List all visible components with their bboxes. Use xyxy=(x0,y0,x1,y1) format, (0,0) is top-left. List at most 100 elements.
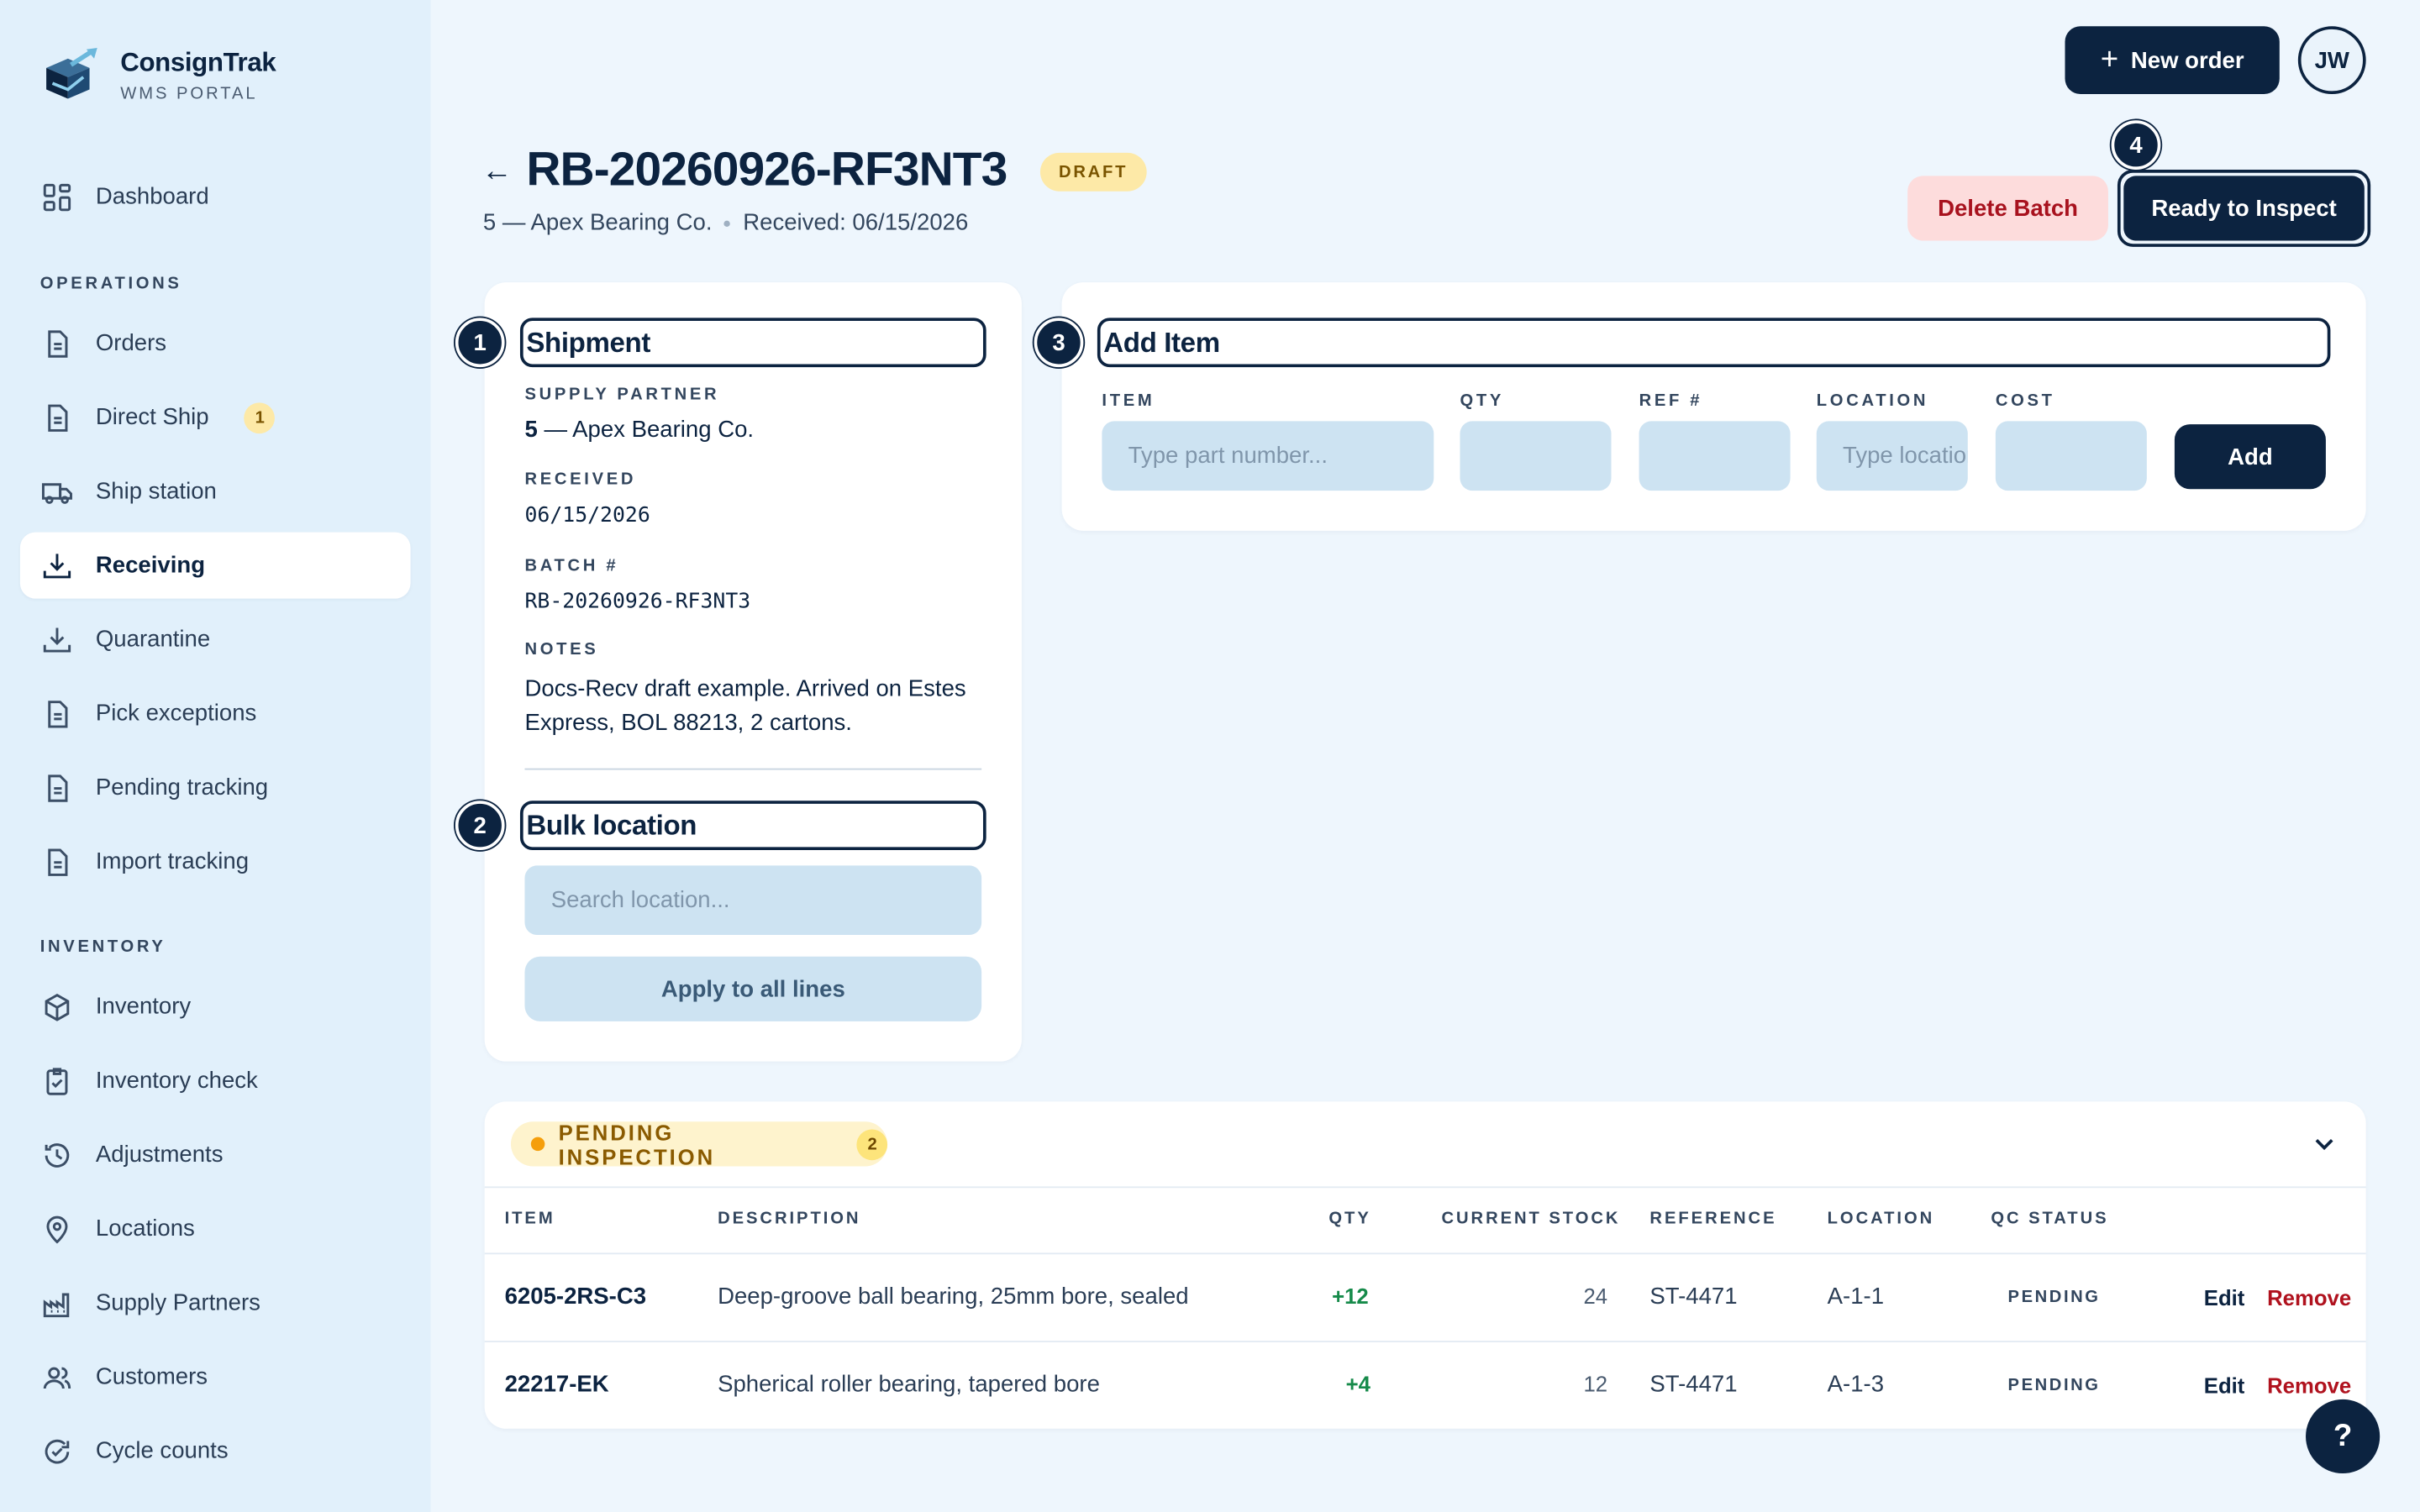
brand[interactable]: ConsignTrak WMS PORTAL xyxy=(40,46,276,105)
refresh-check-icon xyxy=(45,1438,70,1463)
sidebar-item-label: Orders xyxy=(95,330,167,357)
new-order-button[interactable]: + New order xyxy=(2065,26,2280,95)
sidebar-item-inventory[interactable]: Inventory xyxy=(20,974,411,1040)
notes-value: Docs-Recv draft example. Arrived on Este… xyxy=(524,673,987,741)
step-marker-3: 3 xyxy=(1034,318,1084,368)
direct-ship-count-badge: 1 xyxy=(244,402,276,433)
pending-status-dot xyxy=(530,1137,545,1152)
row-location: A-1-1 xyxy=(1827,1284,1885,1310)
sidebar-item-cycle-counts[interactable]: Cycle counts xyxy=(20,1418,411,1484)
download-icon xyxy=(43,627,71,652)
column-header-item: ITEM xyxy=(504,1209,555,1229)
sidebar-item-receiving[interactable]: Receiving xyxy=(19,532,411,599)
app-root: ConsignTrak WMS PORTAL Dashboard OPERATI… xyxy=(0,0,2420,1512)
supply-partner-id: 5 xyxy=(524,416,538,444)
batch-value: RB-20260926-RF3NT3 xyxy=(524,589,751,615)
sidebar-item-label: Adjustments xyxy=(95,1142,224,1168)
step-marker-4: 4 xyxy=(2111,120,2161,171)
document-icon xyxy=(48,403,68,431)
sidebar-item-label: Locations xyxy=(95,1215,195,1242)
qty-input[interactable] xyxy=(1460,421,1612,491)
sidebar-item-label: Supply Partners xyxy=(95,1289,260,1316)
sidebar-item-ship-station[interactable]: Ship station xyxy=(20,458,411,524)
cost-field-label: COST xyxy=(1995,391,2055,411)
column-header-current-stock: CURRENT STOCK xyxy=(1441,1209,1621,1229)
item-input[interactable]: Type part number... xyxy=(1102,421,1434,491)
pending-inspection-header[interactable]: PENDING INSPECTION 2 xyxy=(510,1120,888,1168)
row-edit-button[interactable]: Edit xyxy=(2204,1373,2245,1398)
sidebar-item-pick-exceptions[interactable]: Pick exceptions xyxy=(20,680,411,747)
row-item[interactable]: 22217-EK xyxy=(505,1372,609,1398)
ready-to-inspect-button[interactable]: Ready to Inspect xyxy=(2123,176,2365,241)
factory-icon xyxy=(43,1292,70,1317)
header-divider xyxy=(484,1186,2366,1189)
grid-icon xyxy=(43,183,71,211)
apply-to-all-lines-button[interactable]: Apply to all lines xyxy=(524,956,982,1021)
notes-label: NOTES xyxy=(524,640,599,659)
notes-line-1: Docs-Recv draft example. Arrived on Este… xyxy=(524,675,966,702)
sidebar-item-label: Quarantine xyxy=(95,626,211,653)
sidebar-item-quarantine[interactable]: Quarantine xyxy=(20,606,411,673)
add-item-button[interactable]: Add xyxy=(2174,424,2326,490)
page-title: RB-20260926-RF3NT3 xyxy=(526,141,1007,197)
row-reference: ST-4471 xyxy=(1649,1371,1738,1399)
bulk-location-search-input[interactable]: Search location... xyxy=(524,865,982,936)
sidebar-item-label: Dashboard xyxy=(95,183,209,210)
brand-name: ConsignTrak xyxy=(120,47,276,77)
add-item-heading: Add Item xyxy=(1097,318,2331,368)
column-header-reference: REFERENCE xyxy=(1649,1209,1777,1229)
row-qc-status: PENDING xyxy=(2007,1288,2101,1307)
pending-count-badge: 2 xyxy=(857,1128,888,1160)
sidebar-item-pending-tracking[interactable]: Pending tracking xyxy=(20,754,411,821)
row-description: Spherical roller bearing, tapered bore xyxy=(718,1371,1100,1399)
sidebar-item-locations[interactable]: Locations xyxy=(20,1195,411,1262)
plus-icon: + xyxy=(2100,43,2119,77)
document-icon xyxy=(48,774,68,801)
location-input[interactable]: Type location xyxy=(1816,421,1968,491)
sidebar-item-inventory-check[interactable]: Inventory check xyxy=(20,1047,411,1114)
row-divider xyxy=(484,1252,2366,1255)
truck-icon xyxy=(41,482,72,503)
notes-line-2: Express, BOL 88213, 2 cartons. xyxy=(524,709,852,737)
item-field-label: ITEM xyxy=(1102,391,1155,411)
received-label: RECEIVED xyxy=(524,470,637,490)
row-current-stock: 12 xyxy=(1583,1371,1608,1397)
row-item[interactable]: 6205-2RS-C3 xyxy=(505,1284,646,1310)
ref-input[interactable] xyxy=(1639,421,1791,491)
sidebar-item-dashboard[interactable]: Dashboard xyxy=(20,164,411,230)
partner-text: 5 — Apex Bearing Co. xyxy=(482,209,713,237)
document-icon xyxy=(48,700,68,727)
chevron-down-icon[interactable] xyxy=(2312,1131,2336,1155)
row-qc-status: PENDING xyxy=(2007,1376,2101,1395)
brand-subtitle: WMS PORTAL xyxy=(120,85,258,104)
help-button[interactable]: ? xyxy=(2306,1399,2381,1474)
row-current-stock: 24 xyxy=(1583,1284,1608,1309)
qty-field-label: QTY xyxy=(1460,391,1505,411)
sidebar-item-label: Ship station xyxy=(95,478,217,505)
map-pin-icon xyxy=(46,1215,68,1243)
shipment-divider xyxy=(524,768,982,770)
supply-partner-label: SUPPLY PARTNER xyxy=(524,386,720,405)
row-edit-button[interactable]: Edit xyxy=(2204,1285,2245,1310)
supply-partner-value: 5 — Apex Bearing Co. xyxy=(524,417,754,443)
row-description: Deep-groove ball bearing, 25mm bore, sea… xyxy=(718,1284,1189,1310)
back-arrow-icon[interactable]: ← xyxy=(481,155,513,190)
sidebar: ConsignTrak WMS PORTAL Dashboard OPERATI… xyxy=(0,0,431,1512)
user-avatar[interactable]: JW xyxy=(2297,26,2366,95)
history-icon xyxy=(45,1142,70,1167)
sidebar-item-label: Inventory xyxy=(95,993,192,1021)
delete-batch-button[interactable]: Delete Batch xyxy=(1907,176,2108,241)
sidebar-item-supply-partners[interactable]: Supply Partners xyxy=(20,1270,411,1336)
column-header-qc-status: QC STATUS xyxy=(1991,1209,2109,1229)
cost-input[interactable] xyxy=(1995,421,2147,491)
sidebar-item-customers[interactable]: Customers xyxy=(20,1344,411,1410)
sidebar-item-import-tracking[interactable]: Import tracking xyxy=(20,828,411,895)
row-remove-button[interactable]: Remove xyxy=(2267,1285,2351,1310)
separator-dot xyxy=(724,219,731,227)
sidebar-item-direct-ship[interactable]: Direct Ship 1 xyxy=(20,384,411,450)
row-remove-button[interactable]: Remove xyxy=(2267,1373,2351,1398)
batch-label: BATCH # xyxy=(524,557,619,576)
sidebar-item-orders[interactable]: Orders xyxy=(20,310,411,376)
new-order-label: New order xyxy=(2130,47,2244,74)
sidebar-item-adjustments[interactable]: Adjustments xyxy=(20,1121,411,1188)
